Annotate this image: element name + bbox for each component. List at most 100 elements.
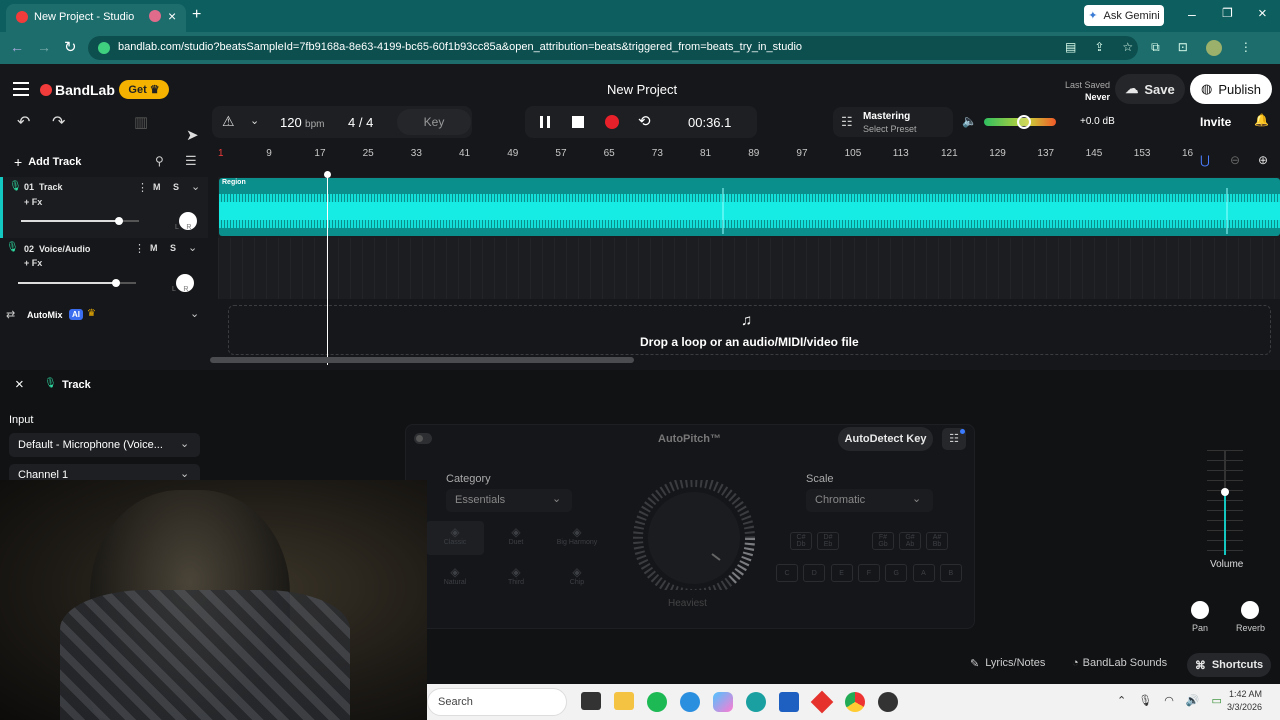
- track-menu-icon[interactable]: ⋮: [134, 242, 145, 255]
- loop-icon[interactable]: ⟲: [638, 112, 651, 130]
- battery-icon[interactable]: ▭: [1212, 694, 1222, 707]
- publish-button[interactable]: ◍ Publish: [1190, 74, 1272, 104]
- natural-key[interactable]: F: [857, 564, 880, 582]
- stop-button[interactable]: [572, 116, 584, 128]
- chevron-down-icon[interactable]: ⌄: [250, 114, 259, 127]
- taskbar-clock[interactable]: 1:42 AM 3/3/2026: [1227, 688, 1262, 714]
- file-explorer-icon[interactable]: [581, 692, 601, 710]
- app-red-icon[interactable]: [810, 690, 834, 714]
- shortcuts-button[interactable]: ⌘ Shortcuts: [1187, 653, 1271, 677]
- scale-select[interactable]: Chromatic ⌄: [806, 489, 933, 512]
- heaviness-knob[interactable]: [632, 480, 756, 590]
- spotify-icon[interactable]: [647, 692, 667, 712]
- natural-key[interactable]: A: [912, 564, 935, 582]
- drop-zone[interactable]: ♫ Drop a loop or an audio/MIDI/video fil…: [228, 305, 1271, 355]
- reverb-knob[interactable]: [1241, 601, 1259, 619]
- category-select[interactable]: Essentials ⌄: [446, 489, 572, 512]
- preset-tile[interactable]: ◈ Natural: [426, 561, 484, 595]
- profile-avatar[interactable]: [1205, 40, 1222, 56]
- track-name[interactable]: 02 Voice/Audio: [24, 244, 90, 254]
- solo-button[interactable]: S: [170, 243, 176, 253]
- volume-thumb[interactable]: [114, 217, 123, 225]
- chevron-down-icon[interactable]: ⌄: [190, 307, 199, 320]
- undo-icon[interactable]: ↶: [17, 112, 30, 132]
- tab-audio-icon[interactable]: [149, 10, 161, 22]
- back-icon[interactable]: ←: [10, 39, 24, 55]
- site-info-icon[interactable]: [98, 42, 110, 54]
- redo-icon[interactable]: ↷: [52, 112, 65, 132]
- metronome-icon[interactable]: ⚠: [222, 113, 235, 130]
- mastering-button[interactable]: ☷ Mastering Select Preset: [833, 107, 953, 137]
- menu-dots-icon[interactable]: ⋮: [1240, 40, 1252, 56]
- hamburger-menu-icon[interactable]: [13, 82, 29, 96]
- natural-key[interactable]: B: [939, 564, 962, 582]
- taskbar-search[interactable]: Search: [427, 688, 567, 716]
- zoom-out-icon[interactable]: ⊖: [1230, 153, 1240, 167]
- bandlab-logo[interactable]: BandLab: [40, 82, 115, 98]
- maximize-icon[interactable]: ❐: [1222, 6, 1233, 20]
- speaker-icon[interactable]: 🔈: [962, 114, 977, 128]
- track-menu-icon[interactable]: ⋮: [137, 181, 148, 194]
- invite-button[interactable]: Invite: [1200, 115, 1231, 129]
- sharp-key[interactable]: C# Db: [790, 532, 812, 550]
- track-volume-slider[interactable]: [21, 217, 139, 225]
- bell-icon[interactable]: 🔔: [1254, 113, 1269, 127]
- fx-button[interactable]: + Fx: [24, 258, 42, 268]
- track-volume-slider[interactable]: [18, 279, 136, 287]
- key-button[interactable]: Key: [397, 109, 471, 135]
- get-membership-button[interactable]: Get ♛: [119, 80, 169, 99]
- lyrics-notes-button[interactable]: ✎ Lyrics/Notes: [970, 657, 1045, 670]
- browser-tab[interactable]: New Project - Studio ×: [6, 4, 186, 32]
- track-settings-icon[interactable]: ☰: [185, 153, 197, 169]
- tempo-field[interactable]: 120 bpm: [280, 115, 325, 130]
- volume-fader[interactable]: [1205, 450, 1245, 555]
- chrome-icon[interactable]: [845, 692, 865, 712]
- close-tab-icon[interactable]: ×: [168, 8, 176, 24]
- master-volume-thumb[interactable]: [1016, 115, 1031, 129]
- timeline-ruler[interactable]: 1 9 17 25 33 41 49 57 65 73 81 89 97 105 113 121 129 137 1…: [218, 148, 1198, 170]
- forward-icon[interactable]: →: [37, 39, 51, 55]
- playhead-handle[interactable]: [324, 171, 331, 178]
- ask-gemini-button[interactable]: ✦ Ask Gemini: [1084, 5, 1164, 26]
- close-window-icon[interactable]: ×: [1258, 5, 1267, 22]
- reader-icon[interactable]: ▤: [1065, 40, 1076, 56]
- horizontal-scrollbar[interactable]: [210, 357, 634, 363]
- share-icon[interactable]: ⇪: [1094, 40, 1104, 56]
- playhead[interactable]: [327, 172, 328, 365]
- autodetect-key-button[interactable]: AutoDetect Key: [838, 427, 933, 451]
- reload-icon[interactable]: ↻: [64, 38, 77, 56]
- preset-tile[interactable]: ◈ Chip: [548, 561, 606, 595]
- help-icon[interactable]: [680, 692, 700, 712]
- fader-thumb[interactable]: [1221, 488, 1229, 496]
- preset-tile[interactable]: ◈ Classic: [426, 521, 484, 555]
- solo-button[interactable]: S: [173, 182, 179, 192]
- store-icon[interactable]: [779, 692, 799, 712]
- time-signature[interactable]: 4 / 4: [348, 115, 373, 130]
- chevron-down-icon[interactable]: ⌄: [191, 180, 200, 193]
- close-editor-icon[interactable]: ×: [15, 376, 24, 393]
- autopitch-toggle[interactable]: [414, 433, 432, 444]
- bandlab-sounds-button[interactable]: ◔ BandLab Sounds: [1072, 657, 1167, 669]
- master-volume-slider[interactable]: [984, 115, 1056, 129]
- automix-row[interactable]: ⇄ AutoMix AI ♛ ⌄: [0, 306, 208, 326]
- volume-tray-icon[interactable]: 🔊: [1186, 694, 1200, 707]
- mixer-icon[interactable]: ▥: [134, 113, 148, 131]
- address-bar[interactable]: bandlab.com/studio?beatsSampleId=7fb9168…: [88, 36, 1138, 60]
- minimize-icon[interactable]: –: [1188, 6, 1196, 22]
- sharp-key[interactable]: A# Bb: [926, 532, 948, 550]
- wifi-icon[interactable]: ◠: [1164, 694, 1174, 707]
- track-header[interactable]: 🎙 02 Voice/Audio ⋮ M S ⌄ + Fx L R: [0, 238, 208, 299]
- mute-button[interactable]: M: [153, 182, 161, 192]
- natural-key[interactable]: D: [803, 564, 826, 582]
- copilot-icon[interactable]: [713, 692, 733, 712]
- fx-button[interactable]: + Fx: [24, 197, 42, 207]
- sharp-key[interactable]: F# Gb: [872, 532, 894, 550]
- chevron-down-icon[interactable]: ⌄: [188, 241, 197, 254]
- pause-button[interactable]: [540, 116, 550, 128]
- natural-key[interactable]: C: [776, 564, 798, 582]
- record-button[interactable]: [605, 115, 619, 129]
- edge-icon[interactable]: [746, 692, 766, 712]
- track-header[interactable]: 🎙 01 Track ⋮ M S ⌄ + Fx L R: [0, 177, 208, 238]
- chevron-up-icon[interactable]: ⌃: [1117, 694, 1126, 707]
- mute-button[interactable]: M: [150, 243, 158, 253]
